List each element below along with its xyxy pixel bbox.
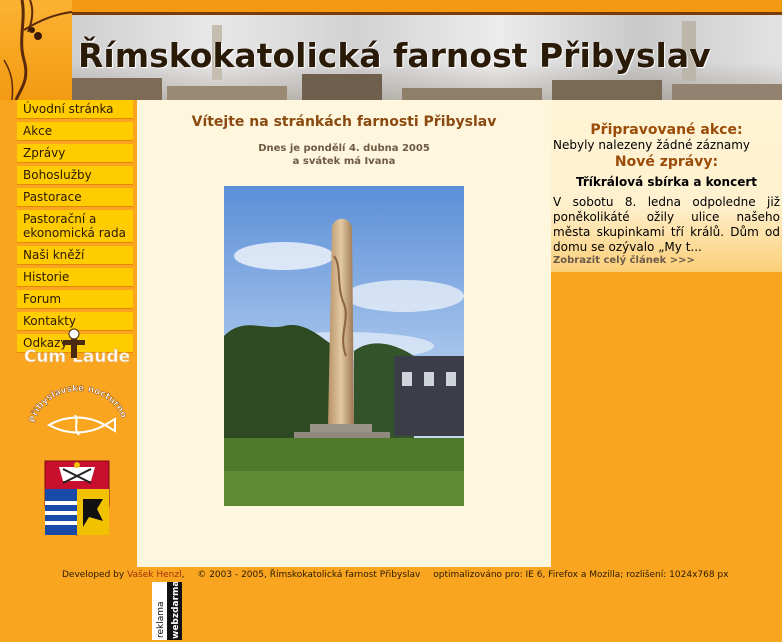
date-line: Dnes je pondělí 4. dubna 2005 [258,143,430,154]
nav-item-priests[interactable]: Naši kněží [17,246,133,265]
footer-optimized: optimalizováno pro: IE 6, Firefox a Mozi… [433,570,729,580]
news-title: Nové zprávy: [614,154,719,170]
upcoming-events-title: Připravované akce: [590,122,743,138]
right-sidebar: Připravované akce: Nebyly nalezeny žádné… [551,100,782,272]
footer-copyright: © 2003 - 2005, Římskokatolická farnost P… [197,570,421,580]
cum-laude-logo[interactable]: Cum Laude [25,326,129,372]
svg-text:reklama: reklama [156,601,166,638]
footer: Developed by Vašek Henzl, © 2003 - 2005,… [62,570,729,580]
nav-item-services[interactable]: Bohoslužby [17,166,133,185]
news-item-excerpt: V sobotu 8. ledna odpoledne již poněkoli… [553,195,780,254]
nav-item-pastoral[interactable]: Pastorace [17,188,133,207]
name-day-line: a svátek má Ivana [292,156,396,167]
coat-of-arms-icon [44,460,110,536]
news-item-heading[interactable]: Tříkrálová sbírka a koncert [551,175,782,189]
statue-photo [224,186,464,506]
nav-item-council[interactable]: Pastorační a ekonomická rada [17,210,133,243]
footer-author-link[interactable]: Vašek Henzl [127,570,182,580]
header: Římskokatolická farnost Přibyslav [0,0,782,100]
main-navigation: Úvodní stránka Akce Zprávy Bohoslužby Pa… [17,100,133,356]
header-top-bar [72,0,782,15]
nav-item-history[interactable]: Historie [17,268,133,287]
nav-item-home[interactable]: Úvodní stránka [17,100,133,119]
upcoming-events-empty: Nebyly nalezeny žádné záznamy [553,138,750,152]
welcome-heading: Vítejte na stránkách farnosti Přibyslav [191,114,497,130]
site-title: Římskokatolická farnost Přibyslav [78,36,711,75]
footer-developed-by: Developed by [62,570,125,580]
nav-item-news[interactable]: Zprávy [17,144,133,163]
main-content: Vítejte na stránkách farnosti Přibyslav … [137,100,551,567]
read-more-link[interactable]: Zobrazit celý článek >>> [553,255,695,266]
nav-item-forum[interactable]: Forum [17,290,133,309]
svg-text:webzdarma: webzdarma [171,582,181,639]
nav-item-events[interactable]: Akce [17,122,133,141]
nocturno-logo[interactable]: Přibyslavské nocturno [27,385,129,445]
webzdarma-banner[interactable]: reklama webzdarma [152,582,182,640]
date-info: Dnes je pondělí 4. dubna 2005 a svátek m… [137,142,551,168]
vine-ornament-icon [3,0,73,100]
